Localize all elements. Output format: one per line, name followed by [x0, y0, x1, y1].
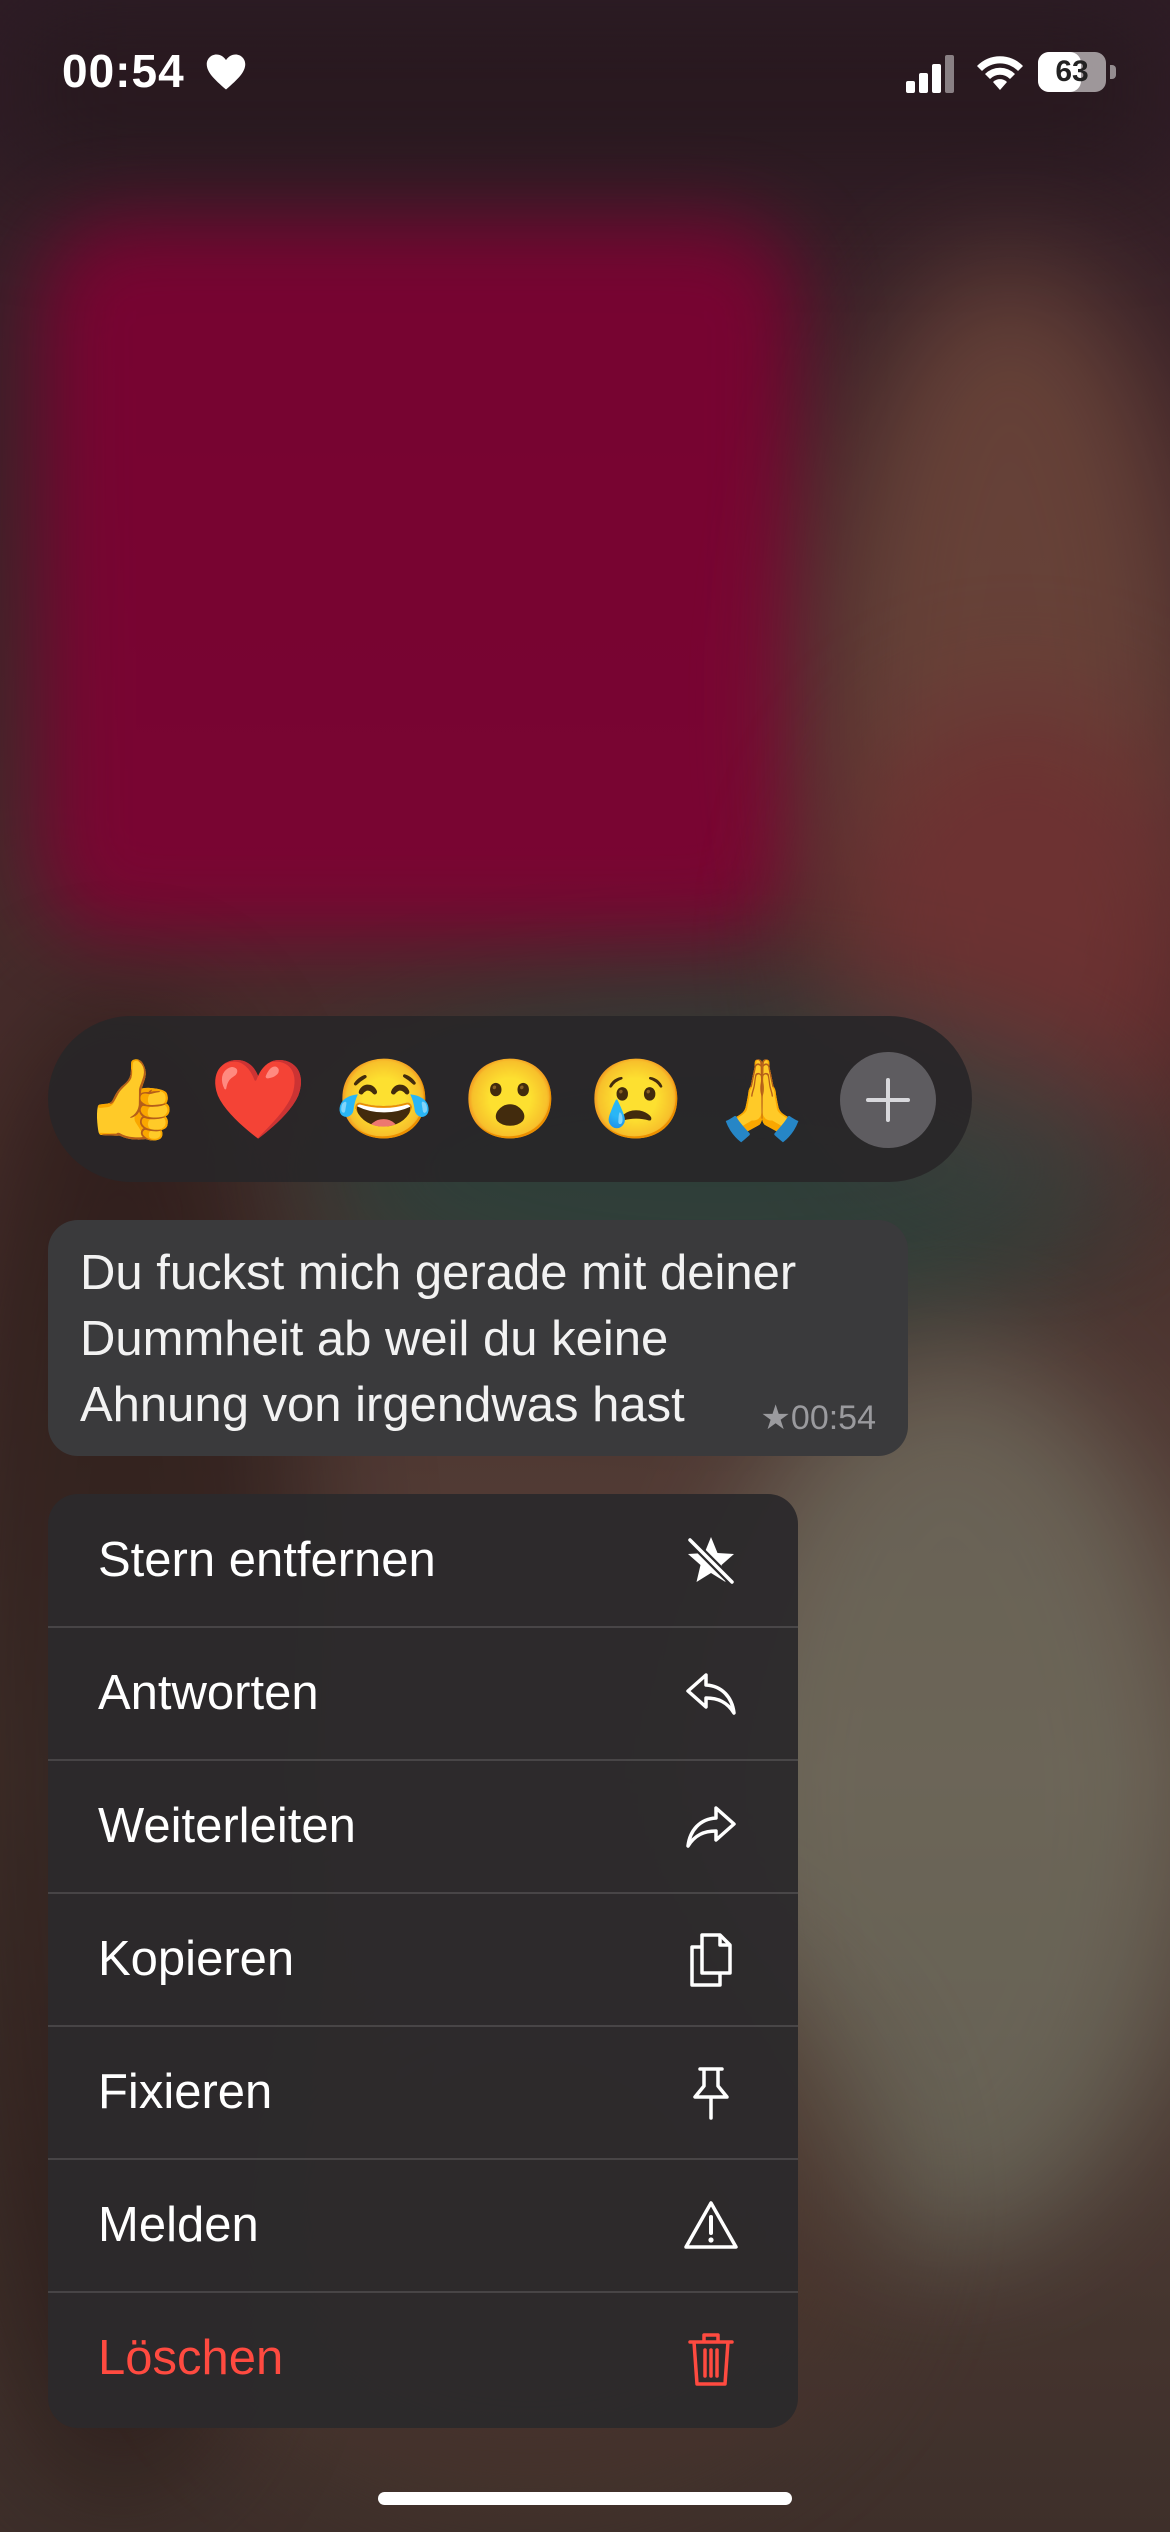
forward-icon [686, 1806, 736, 1848]
trash-icon [688, 2333, 734, 2386]
message-line: Dummheit ab weil du keine [80, 1312, 669, 1366]
reaction-crying[interactable]: 😢 [586, 1046, 686, 1152]
warning-icon [684, 2201, 738, 2249]
reaction-heart[interactable]: ❤️ [208, 1046, 308, 1152]
copy-icon [690, 1933, 732, 1987]
menu-item-report[interactable]: Melden [48, 2159, 798, 2293]
message-meta: ★00:54 [760, 1398, 876, 1438]
battery-indicator: 63 [1038, 52, 1116, 92]
reaction-thumbs-up[interactable]: 👍 [82, 1046, 182, 1152]
reply-icon [686, 1673, 736, 1715]
unstar-icon [687, 1537, 735, 1585]
reaction-praying[interactable]: 🙏 [712, 1046, 812, 1152]
status-bar: 00:54 63 [0, 0, 1170, 150]
star-icon: ★ [760, 1399, 791, 1437]
menu-item-label: Kopieren [98, 1932, 295, 1986]
reaction-surprised[interactable]: 😮 [460, 1046, 560, 1152]
menu-item-label: Fixieren [98, 2065, 273, 2119]
menu-item-label: Stern entfernen [98, 1533, 436, 1587]
menu-item-delete[interactable]: Löschen [48, 2292, 798, 2424]
menu-item-reply[interactable]: Antworten [48, 1627, 798, 1761]
message-line: Du fuckst mich gerade mit deiner [80, 1246, 797, 1300]
menu-item-unstar[interactable]: Stern entfernen [48, 1494, 798, 1628]
message-time: 00:54 [790, 1399, 876, 1437]
context-menu: Stern entfernen Antworten Weiterleiten K… [48, 1494, 798, 2428]
cellular-signal-icon [906, 55, 954, 93]
menu-item-label: Antworten [98, 1666, 319, 1720]
message-line: Ahnung von irgendwas hast [80, 1378, 685, 1432]
wifi-icon [977, 56, 1023, 90]
menu-item-label: Melden [98, 2198, 259, 2252]
pin-icon [693, 2067, 729, 2120]
menu-item-forward[interactable]: Weiterleiten [48, 1760, 798, 1894]
battery-level: 63 [1055, 55, 1089, 88]
menu-item-label: Löschen [98, 2331, 284, 2385]
menu-item-label: Weiterleiten [98, 1799, 356, 1853]
home-indicator[interactable] [378, 2492, 792, 2505]
message-text: Du fuckst mich gerade mit deiner Dummhei… [80, 1240, 870, 1438]
menu-item-copy[interactable]: Kopieren [48, 1893, 798, 2027]
status-time: 00:54 [62, 45, 185, 97]
reaction-bar: 👍 ❤️ 😂 😮 😢 🙏 [48, 1016, 972, 1182]
message-bubble: Du fuckst mich gerade mit deiner Dummhei… [48, 1220, 908, 1456]
menu-item-pin[interactable]: Fixieren [48, 2026, 798, 2160]
plus-icon[interactable] [840, 1052, 936, 1148]
reaction-laughing[interactable]: 😂 [334, 1046, 434, 1152]
heart-icon [206, 54, 246, 90]
